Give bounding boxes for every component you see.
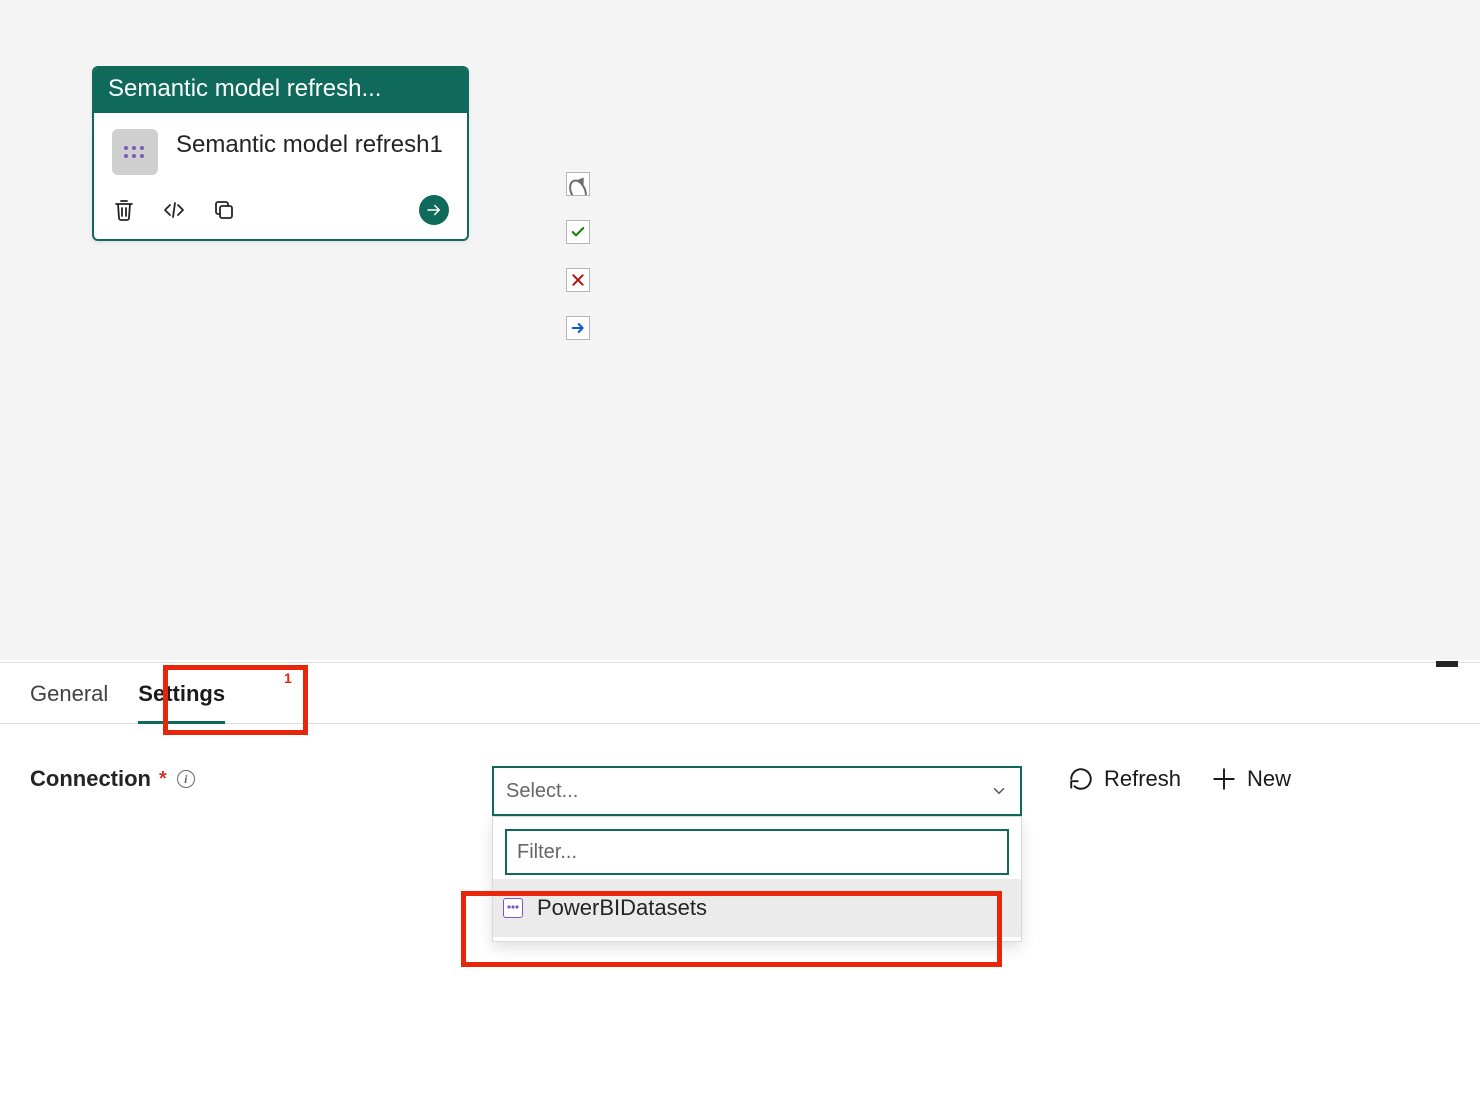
- activity-title: Semantic model refresh1: [176, 129, 443, 160]
- plus-icon: [1211, 766, 1237, 792]
- dataset-icon: [503, 898, 523, 918]
- tab-settings[interactable]: Settings: [138, 681, 225, 723]
- copy-button[interactable]: [212, 198, 236, 222]
- connection-label: Connection * i: [30, 766, 470, 792]
- tab-general[interactable]: General: [30, 681, 108, 723]
- connection-option-powerbidatasets[interactable]: PowerBIDatasets: [493, 879, 1021, 937]
- activity-type-icon: [112, 129, 158, 175]
- delete-button[interactable]: [112, 198, 136, 222]
- status-success-icon[interactable]: [566, 220, 590, 244]
- chevron-down-icon: [990, 782, 1008, 800]
- connection-select[interactable]: Select...: [492, 766, 1022, 816]
- status-fail-icon[interactable]: [566, 268, 590, 292]
- code-button[interactable]: [162, 198, 186, 222]
- run-button[interactable]: [419, 195, 449, 225]
- collapse-handle[interactable]: [1436, 661, 1458, 667]
- activity-node-header: Semantic model refresh...: [94, 68, 467, 113]
- connection-dropdown: PowerBIDatasets: [492, 816, 1022, 942]
- activity-node[interactable]: Semantic model refresh... Semantic model…: [92, 66, 469, 241]
- properties-tabs: General Settings: [0, 663, 1480, 724]
- info-icon[interactable]: i: [177, 770, 195, 788]
- status-completion-icon[interactable]: [566, 316, 590, 340]
- required-indicator: *: [159, 768, 167, 791]
- status-skip-icon[interactable]: [566, 172, 590, 196]
- refresh-button[interactable]: Refresh: [1068, 766, 1181, 792]
- new-button[interactable]: New: [1211, 766, 1291, 792]
- properties-panel: General Settings Connection * i Select..…: [0, 662, 1480, 1096]
- refresh-icon: [1068, 766, 1094, 792]
- connection-filter-input[interactable]: [505, 829, 1009, 875]
- pipeline-canvas[interactable]: Semantic model refresh... Semantic model…: [0, 0, 1480, 660]
